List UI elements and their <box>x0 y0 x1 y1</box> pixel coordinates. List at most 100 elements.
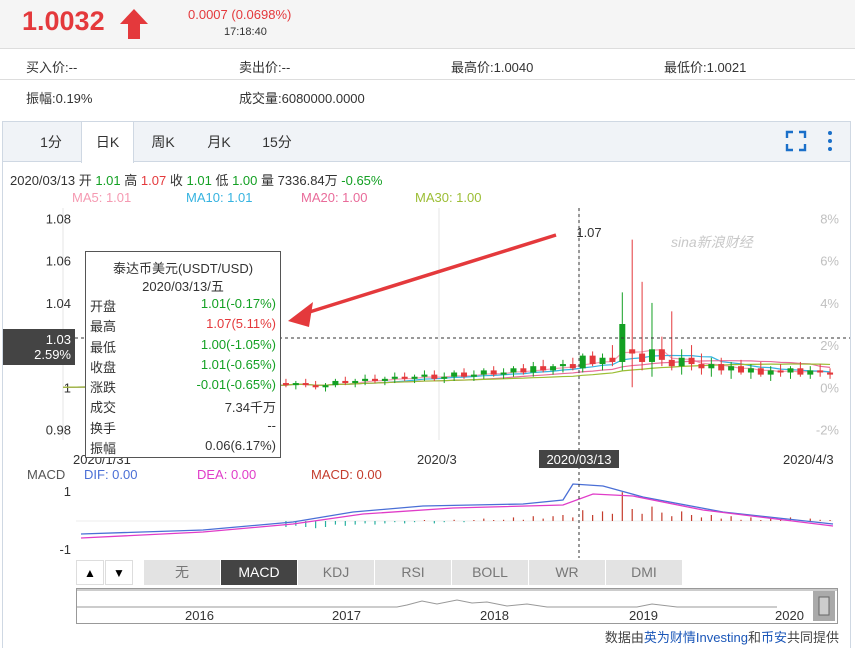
navigator-year-2016: 2016 <box>185 608 214 623</box>
x-label-cursor: 2020/03/13 <box>546 452 611 467</box>
candle-body <box>708 364 715 369</box>
candle-body <box>827 372 834 375</box>
y-tick-label: 1.08 <box>46 212 71 227</box>
macd-bar <box>334 521 337 525</box>
credit-post: 共同提供 <box>786 630 839 645</box>
y-axis-right-labels: -2% 0% 2% 4% 6% 8% <box>816 212 840 438</box>
tooltip-value: 1.01(-0.17%) <box>200 296 276 311</box>
macd-bar <box>611 513 614 521</box>
macd-bar <box>374 521 376 525</box>
macd-bar <box>700 517 703 521</box>
pointer-arrow <box>302 233 557 316</box>
candle-body <box>302 383 309 386</box>
macd-bar <box>433 521 435 524</box>
navigator-line <box>77 599 777 608</box>
scroll-down-button[interactable]: ▼ <box>105 560 133 585</box>
candle-body <box>332 380 339 386</box>
credit-binance-link[interactable]: 币安 <box>761 630 787 645</box>
macd-bar <box>740 519 742 521</box>
candle-body <box>381 378 388 381</box>
indicator-wr[interactable]: WR <box>529 560 606 585</box>
candle-body <box>658 349 665 360</box>
data-tooltip: 泰达币美元(USDT/USD) 2020/03/13/五 开盘 1.01(-0.1… <box>85 251 281 458</box>
candle-body <box>639 353 646 362</box>
candle-body <box>777 370 784 373</box>
last-price: 1.0032 <box>22 6 105 36</box>
macd-bar <box>423 520 426 521</box>
candle-body <box>550 366 557 371</box>
candle-body <box>559 364 566 367</box>
indicator-macd[interactable]: MACD <box>221 560 298 585</box>
tooltip-value: 1.07(5.11%) <box>206 316 276 332</box>
macd-bar <box>502 519 505 521</box>
quote-time: 17:18:40 <box>224 26 267 38</box>
macd-bar <box>483 518 485 521</box>
tooltip-key: 涨跌 <box>90 380 117 396</box>
macd-bar <box>592 515 594 521</box>
macd-dea: DEA: 0.00 <box>197 467 256 482</box>
sell-price: 卖出价:-- <box>239 60 291 75</box>
tooltip-row: 换手 -- <box>86 418 280 438</box>
indicator-boll[interactable]: BOLL <box>452 560 529 585</box>
tooltip-value: -- <box>267 417 276 433</box>
candle-body <box>411 376 418 379</box>
macd-bar <box>532 516 534 521</box>
macd-bar <box>394 521 396 523</box>
x-label-end: 2020/4/3 <box>783 452 834 467</box>
macd-bar <box>542 518 544 521</box>
price-change: 0.0007 (0.0698%) <box>188 7 292 22</box>
macd-bar <box>750 517 752 521</box>
time-navigator[interactable]: 2016 2017 2018 2019 2020 <box>76 588 838 624</box>
candle-body <box>461 372 468 377</box>
candle-body <box>441 376 448 379</box>
indicator-rsi[interactable]: RSI <box>375 560 452 585</box>
candle-body <box>648 349 655 362</box>
tooltip-value: 0.06(6.17%) <box>205 438 276 454</box>
tooltip-value: -0.01(-0.65%) <box>196 377 276 393</box>
macd-bar <box>453 519 455 521</box>
quote-info-row-2: 振幅:0.19% 成交量:6080000.0000 <box>0 79 855 110</box>
y-tick-label: 1.06 <box>46 254 71 269</box>
macd-value: MACD: 0.00 <box>311 467 382 482</box>
macd-bar <box>621 492 623 521</box>
tooltip-key: 成交 <box>90 400 117 416</box>
credit-investing-link[interactable]: 英为财情Investing <box>644 630 748 645</box>
macd-bar <box>661 512 663 521</box>
candle-body <box>530 366 537 373</box>
candle-body <box>401 376 408 379</box>
indicator-kdj[interactable]: KDJ <box>298 560 375 585</box>
candle-body <box>352 380 359 384</box>
candle-body <box>371 378 378 381</box>
candle-body <box>807 370 814 375</box>
macd-bar <box>631 509 633 521</box>
candle-body <box>282 383 289 386</box>
scroll-up-button[interactable]: ▲ <box>76 560 104 585</box>
indicator-none[interactable]: 无 <box>144 560 221 585</box>
macd-bar <box>690 515 693 521</box>
tooltip-row: 开盘 1.01(-0.17%) <box>86 296 280 316</box>
macd-bar <box>384 521 386 524</box>
y-right-tick-label: 0% <box>820 380 839 395</box>
tooltip-row: 成交 7.34千万 <box>86 397 280 417</box>
indicator-dmi[interactable]: DMI <box>606 560 683 585</box>
tooltip-title: 泰达币美元(USDT/USD) <box>112 261 254 276</box>
candle-body <box>431 374 438 379</box>
candle-body <box>421 374 428 377</box>
macd-bar <box>651 506 653 521</box>
macd-bar <box>601 511 604 521</box>
macd-bar <box>819 519 821 521</box>
candle-body <box>589 355 596 365</box>
watermark: sina新浪财经 <box>671 234 755 250</box>
y-tick-label: 0.98 <box>46 422 71 437</box>
data-credit: 数据由英为财情Investing和币安共同提供 <box>605 627 839 646</box>
tooltip-row: 最低 1.00(-1.05%) <box>86 337 280 357</box>
candle-body <box>668 359 675 367</box>
candle-body <box>342 380 349 384</box>
crosshair-pct: 2.59% <box>34 347 71 362</box>
macd-bar <box>473 520 475 521</box>
macd-bar <box>730 516 732 521</box>
tooltip-date: 2020/03/13/五 <box>142 279 224 294</box>
candle-body <box>747 368 754 373</box>
candle-body <box>619 324 626 362</box>
macd-bar <box>641 513 643 521</box>
